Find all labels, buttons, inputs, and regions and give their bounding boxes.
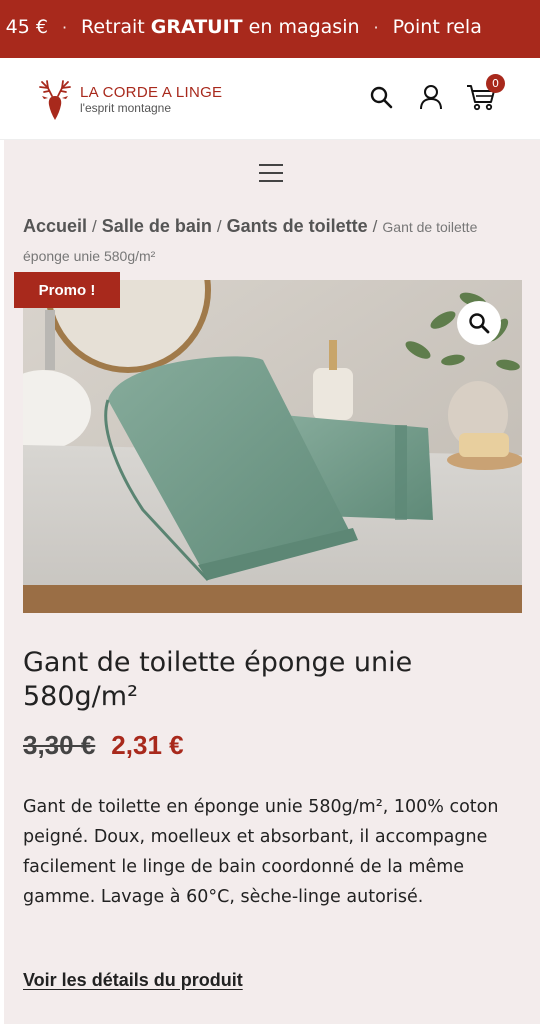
product-description: Gant de toilette en éponge unie 580g/m²,… (23, 797, 499, 907)
search-button[interactable] (366, 82, 396, 112)
breadcrumb-separator: / (372, 217, 378, 236)
promo-track: ès 45 € · Retrait GRATUIT en magasin · P… (0, 16, 482, 38)
cart-count-badge: 0 (486, 74, 505, 93)
breadcrumb-category[interactable]: Salle de bain (102, 216, 212, 236)
product-photo (23, 280, 522, 613)
account-button[interactable] (416, 82, 446, 112)
price-sale: 2,31 € (111, 730, 184, 760)
promo-item-pickup: Retrait GRATUIT en magasin (81, 16, 360, 38)
product-title: Gant de toilette éponge unie 580g/m² (23, 647, 413, 712)
search-icon (370, 86, 393, 109)
zoom-button[interactable] (457, 301, 501, 345)
stag-logo-icon (39, 80, 71, 120)
breadcrumb-separator: / (216, 217, 222, 236)
product-details-link[interactable]: Voir les détails du produit (23, 970, 243, 991)
promo-separator: · (373, 17, 379, 37)
promo-separator: · (61, 17, 68, 37)
price-original: 3,30 € (23, 730, 96, 760)
promo-badge: Promo ! (14, 272, 120, 308)
hamburger-menu-icon[interactable] (257, 162, 285, 184)
promo-item-shipping: ès 45 € (0, 16, 48, 38)
breadcrumb: Accueil / Salle de bain / Gants de toile… (23, 212, 523, 270)
logo-name: LA CORDE A LINGE (80, 84, 223, 102)
zoom-icon (469, 313, 490, 334)
promo-bar: ès 45 € · Retrait GRATUIT en magasin · P… (0, 0, 540, 58)
breadcrumb-separator: / (92, 217, 97, 236)
site-header: LA CORDE A LINGE l'esprit montagne (0, 58, 540, 140)
breadcrumb-subcategory[interactable]: Gants de toilette (227, 216, 368, 236)
promo-item-relay: Point rela (392, 16, 482, 38)
breadcrumb-home[interactable]: Accueil (23, 216, 87, 236)
logo-tagline: l'esprit montagne (80, 100, 172, 115)
account-icon (420, 85, 442, 110)
product-image[interactable] (23, 280, 522, 613)
site-logo[interactable]: LA CORDE A LINGE l'esprit montagne (36, 78, 222, 122)
price-row: 3,30 € 2,31 € (23, 730, 184, 761)
